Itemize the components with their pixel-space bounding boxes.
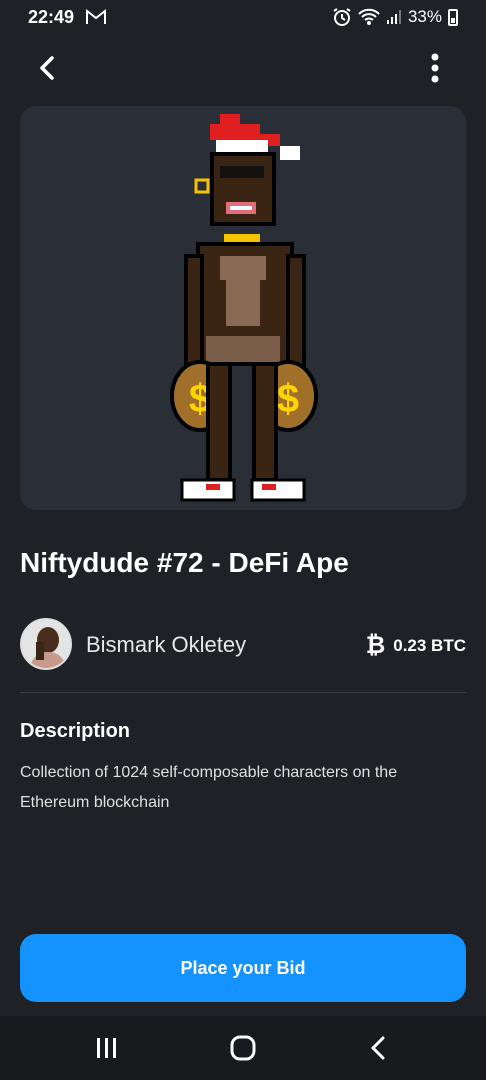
gmail-icon <box>86 9 107 24</box>
nft-pixel-art: $ $ <box>170 114 318 502</box>
price: ₿ 0.23 BTC <box>366 632 466 660</box>
bitcoin-icon: ₿ <box>365 632 386 659</box>
owner-row[interactable]: Bismark Okletey ₿ 0.23 BTC <box>20 618 466 672</box>
nft-title: Niftydude #72 - DeFi Ape <box>20 547 349 578</box>
description-text: Collection of 1024 self-composable chara… <box>20 764 398 811</box>
status-bar: 22:49 33% <box>0 0 486 34</box>
home-icon[interactable] <box>223 1032 263 1064</box>
wifi-icon <box>358 8 380 25</box>
status-icons: 33% <box>332 7 458 27</box>
place-bid-button[interactable]: Place your Bid <box>20 934 466 1002</box>
divider <box>20 692 466 693</box>
nft-image-card[interactable]: $ $ <box>20 106 466 510</box>
alarm-icon <box>333 8 351 26</box>
battery-icon <box>448 8 458 26</box>
recent-apps-icon[interactable] <box>87 1032 127 1064</box>
price-value: 0.23 BTC <box>393 636 466 655</box>
status-time: 22:49 <box>28 6 75 27</box>
svg-text:$: $ <box>277 377 299 421</box>
more-vertical-icon[interactable] <box>420 50 450 86</box>
avatar-photo <box>22 620 70 668</box>
user-avatar[interactable] <box>20 618 72 670</box>
owner-name[interactable]: Bismark Okletey <box>86 632 246 658</box>
top-app-bar <box>0 40 486 96</box>
back-icon[interactable] <box>359 1032 399 1064</box>
battery-percentage: 33% <box>407 7 442 26</box>
system-nav-bar <box>0 1016 486 1080</box>
signal-icon <box>386 10 401 24</box>
chevron-left-icon[interactable] <box>30 52 66 84</box>
description-heading: Description <box>20 720 131 742</box>
